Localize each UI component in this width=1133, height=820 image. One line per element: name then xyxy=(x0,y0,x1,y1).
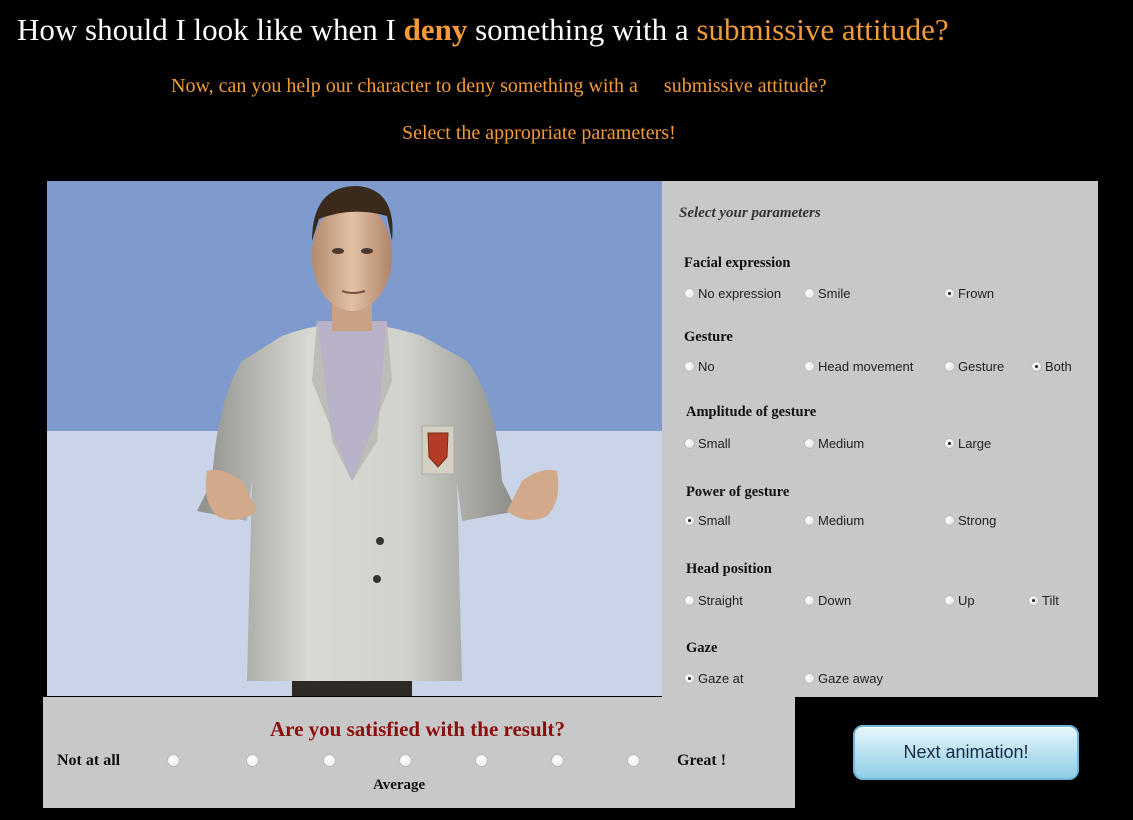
option-label: Head movement xyxy=(818,359,914,374)
parameters-panel: Select your parameters Facial expression… xyxy=(662,181,1098,697)
group-title-gesture: Gesture xyxy=(684,329,733,345)
radio-circle[interactable] xyxy=(684,288,695,299)
radio-circle[interactable] xyxy=(804,288,815,299)
radio-amplitude-large[interactable]: Large xyxy=(944,436,991,451)
radio-power-strong[interactable]: Strong xyxy=(944,513,996,528)
next-animation-button[interactable]: Next animation! xyxy=(853,725,1079,780)
radio-circle[interactable] xyxy=(804,438,815,449)
rating-radio-4[interactable] xyxy=(399,754,412,767)
radio-circle-selected[interactable] xyxy=(944,438,955,449)
title-attitude: submissive attitude? xyxy=(696,12,949,47)
group-title-gaze: Gaze xyxy=(686,640,718,656)
option-label: Strong xyxy=(958,513,997,528)
radio-circle[interactable] xyxy=(944,361,955,372)
satisfaction-question: Are you satisfied with the result? xyxy=(270,717,565,741)
scale-high-label: Great ! xyxy=(677,752,727,769)
radio-facial-frown[interactable]: Frown xyxy=(944,286,994,301)
radio-gesture-gesture[interactable]: Gesture xyxy=(944,359,1004,374)
instruction-text: Select the appropriate parameters! xyxy=(402,122,676,144)
rating-radio-5[interactable] xyxy=(475,754,488,767)
group-title-facial-expression: Facial expression xyxy=(684,255,791,271)
radio-circle[interactable] xyxy=(684,361,695,372)
radio-circle-selected[interactable] xyxy=(1031,361,1042,372)
option-label: Tilt xyxy=(1042,593,1059,608)
option-label: Frown xyxy=(958,286,995,301)
page-title: How should I look like when I deny somet… xyxy=(17,12,949,48)
option-label: Straight xyxy=(698,593,743,608)
subtitle-part1: Now, can you help our character to deny … xyxy=(171,75,638,97)
option-label: Small xyxy=(698,513,731,528)
radio-circle[interactable] xyxy=(804,673,815,684)
radio-circle[interactable] xyxy=(684,595,695,606)
rating-radio-6[interactable] xyxy=(551,754,564,767)
radio-circle-selected[interactable] xyxy=(1028,595,1039,606)
radio-circle-selected[interactable] xyxy=(944,288,955,299)
option-label: Small xyxy=(698,436,731,451)
option-label: No expression xyxy=(698,286,782,301)
radio-power-small[interactable]: Small xyxy=(684,513,731,528)
parameters-title: Select your parameters xyxy=(679,205,821,221)
scale-mid-label: Average xyxy=(373,777,426,793)
option-label: Gesture xyxy=(958,359,1005,374)
option-label: Smile xyxy=(818,286,851,301)
group-title-power: Power of gesture xyxy=(686,484,790,500)
option-label: Gaze at xyxy=(698,671,744,686)
radio-circle[interactable] xyxy=(804,361,815,372)
option-label: Large xyxy=(958,436,992,451)
radio-facial-smile[interactable]: Smile xyxy=(804,286,851,301)
satisfaction-panel: Are you satisfied with the result? Not a… xyxy=(43,697,795,808)
rating-radio-7[interactable] xyxy=(627,754,640,767)
radio-circle-selected[interactable] xyxy=(684,515,695,526)
radio-head-tilt[interactable]: Tilt xyxy=(1028,593,1059,608)
rating-radio-3[interactable] xyxy=(323,754,336,767)
radio-gesture-both[interactable]: Both xyxy=(1031,359,1072,374)
radio-facial-no-expression[interactable]: No expression xyxy=(684,286,781,301)
option-label: Down xyxy=(818,593,852,608)
title-verb: deny xyxy=(403,12,468,47)
radio-gesture-head-movement[interactable]: Head movement xyxy=(804,359,913,374)
character-avatar xyxy=(197,186,559,696)
radio-circle[interactable] xyxy=(944,515,955,526)
rating-radio-1[interactable] xyxy=(167,754,180,767)
option-label: Up xyxy=(958,593,975,608)
radio-circle[interactable] xyxy=(944,595,955,606)
option-label: Both xyxy=(1045,359,1072,374)
scale-low-label: Not at all xyxy=(57,752,121,769)
radio-circle[interactable] xyxy=(804,515,815,526)
radio-circle-selected[interactable] xyxy=(684,673,695,684)
radio-gesture-no[interactable]: No xyxy=(684,359,715,374)
subtitle-part2: submissive attitude? xyxy=(663,75,827,97)
title-part2: something with a xyxy=(467,12,697,47)
option-label: No xyxy=(698,359,715,374)
group-title-amplitude: Amplitude of gesture xyxy=(686,404,817,420)
title-part1: How should I look like when I xyxy=(17,12,404,47)
radio-head-down[interactable]: Down xyxy=(804,593,851,608)
radio-circle[interactable] xyxy=(804,595,815,606)
radio-gaze-away[interactable]: Gaze away xyxy=(804,671,883,686)
radio-amplitude-medium[interactable]: Medium xyxy=(804,436,864,451)
subtitle: Now, can you help our character to deny … xyxy=(171,75,827,98)
radio-gaze-at[interactable]: Gaze at xyxy=(684,671,744,686)
radio-circle[interactable] xyxy=(684,438,695,449)
group-title-head-position: Head position xyxy=(686,561,772,577)
option-label: Medium xyxy=(818,513,865,528)
radio-head-straight[interactable]: Straight xyxy=(684,593,743,608)
radio-head-up[interactable]: Up xyxy=(944,593,975,608)
rating-radio-2[interactable] xyxy=(246,754,259,767)
radio-amplitude-small[interactable]: Small xyxy=(684,436,731,451)
character-viewport xyxy=(47,181,662,696)
radio-power-medium[interactable]: Medium xyxy=(804,513,864,528)
option-label: Gaze away xyxy=(818,671,884,686)
option-label: Medium xyxy=(818,436,865,451)
